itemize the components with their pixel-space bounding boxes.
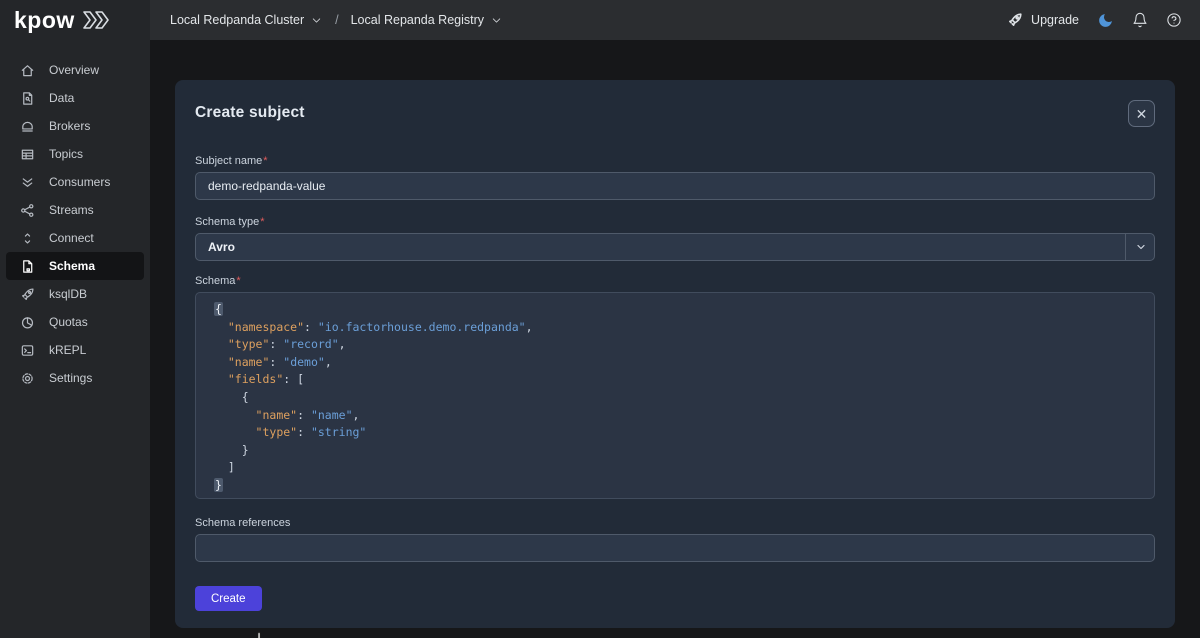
- upgrade-label: Upgrade: [1031, 13, 1079, 27]
- sidebar-item-label: Schema: [49, 259, 95, 273]
- file-icon: [20, 91, 35, 106]
- subject-name-input[interactable]: [195, 172, 1155, 200]
- home-icon: [20, 63, 35, 78]
- sidebar-item-connect[interactable]: Connect: [6, 224, 144, 252]
- sidebar-item-label: Quotas: [49, 315, 88, 329]
- schema-references-label: Schema references: [195, 517, 1155, 529]
- cluster-selector-label: Local Redpanda Cluster: [170, 13, 304, 27]
- sidebar-item-label: Connect: [49, 231, 94, 245]
- sidebar-item-label: Overview: [49, 63, 99, 77]
- schema-type-label: Schema type*: [195, 216, 1155, 228]
- schema-references-input[interactable]: [195, 534, 1155, 562]
- modal-header: Create subject ✕: [195, 100, 1155, 127]
- sidebar-item-data[interactable]: Data: [6, 84, 144, 112]
- bell-icon: [1132, 12, 1148, 28]
- sidebar-item-schema[interactable]: Schema: [6, 252, 144, 280]
- required-asterisk: *: [236, 275, 240, 287]
- sidebar-item-label: ksqlDB: [49, 287, 87, 301]
- sidebar-item-label: Consumers: [49, 175, 110, 189]
- create-subject-modal: Create subject ✕ Subject name* Schema ty…: [175, 80, 1175, 628]
- double-chevron-down-icon: [20, 175, 35, 190]
- sidebar-item-label: Streams: [49, 203, 94, 217]
- up-down-chevrons-icon: [20, 231, 35, 246]
- theme-toggle[interactable]: [1097, 12, 1114, 29]
- main-column: Local Redpanda Cluster / Local Repanda R…: [150, 0, 1200, 638]
- breadcrumb-separator: /: [335, 13, 338, 27]
- cluster-selector[interactable]: Local Redpanda Cluster: [170, 13, 323, 27]
- chevron-down-icon: [1135, 241, 1147, 253]
- topbar-actions: Upgrade: [1007, 12, 1182, 29]
- required-asterisk: *: [260, 216, 264, 228]
- schema-label: Schema*: [195, 275, 1155, 287]
- sidebar-item-streams[interactable]: Streams: [6, 196, 144, 224]
- schema-type-value: Avro: [208, 240, 235, 254]
- registry-selector-label: Local Repanda Registry: [351, 13, 484, 27]
- kpow-chevrons-icon: [81, 9, 111, 31]
- app-root: kpow Overview Data Brokers: [0, 0, 1200, 638]
- sidebar-item-overview[interactable]: Overview: [6, 56, 144, 84]
- topbar: Local Redpanda Cluster / Local Repanda R…: [150, 0, 1200, 40]
- mouse-cursor-pointer: [247, 630, 275, 638]
- schema-type-select-wrap: Avro: [195, 233, 1155, 261]
- help-circle-icon: [1166, 12, 1182, 28]
- create-button[interactable]: Create: [195, 586, 262, 611]
- sidebar-item-label: kREPL: [49, 343, 86, 357]
- close-button[interactable]: ✕: [1128, 100, 1155, 127]
- sidebar-item-label: Data: [49, 91, 74, 105]
- help-button[interactable]: [1166, 12, 1182, 28]
- sidebar-item-label: Topics: [49, 147, 83, 161]
- document-icon: [20, 259, 35, 274]
- logo-text: kpow: [14, 9, 75, 32]
- sidebar-item-krepl[interactable]: kREPL: [6, 336, 144, 364]
- moon-icon: [1097, 12, 1114, 29]
- sidebar-item-consumers[interactable]: Consumers: [6, 168, 144, 196]
- notifications-button[interactable]: [1132, 12, 1148, 28]
- upgrade-button[interactable]: Upgrade: [1007, 12, 1079, 28]
- schema-code-editor[interactable]: { "namespace": "io.factorhouse.demo.redp…: [195, 292, 1155, 499]
- chevron-down-icon: [490, 14, 503, 27]
- chevron-down-icon: [310, 14, 323, 27]
- sidebar-item-ksqldb[interactable]: ksqlDB: [6, 280, 144, 308]
- sidebar-item-settings[interactable]: Settings: [6, 364, 144, 392]
- rocket-icon: [20, 287, 35, 302]
- subject-name-label: Subject name*: [195, 155, 1155, 167]
- sidebar-item-topics[interactable]: Topics: [6, 140, 144, 168]
- database-icon: [20, 119, 35, 134]
- terminal-icon: [20, 343, 35, 358]
- sidebar-item-label: Settings: [49, 371, 92, 385]
- rocket-icon: [1007, 12, 1023, 28]
- sidebar-item-quotas[interactable]: Quotas: [6, 308, 144, 336]
- close-icon: ✕: [1136, 107, 1148, 121]
- sidebar-nav: Overview Data Brokers Topics Consumers S: [0, 56, 150, 392]
- pie-chart-icon: [20, 315, 35, 330]
- page-content: Create subject ✕ Subject name* Schema ty…: [150, 40, 1200, 638]
- required-asterisk: *: [263, 155, 267, 167]
- select-dropdown-toggle[interactable]: [1125, 233, 1155, 261]
- modal-title: Create subject: [195, 100, 305, 122]
- share-icon: [20, 203, 35, 218]
- registry-selector[interactable]: Local Repanda Registry: [351, 13, 503, 27]
- schema-type-select[interactable]: Avro: [195, 233, 1155, 261]
- sidebar-item-label: Brokers: [49, 119, 90, 133]
- sidebar-item-brokers[interactable]: Brokers: [6, 112, 144, 140]
- table-icon: [20, 147, 35, 162]
- logo[interactable]: kpow: [0, 0, 150, 40]
- gear-icon: [20, 371, 35, 386]
- sidebar: kpow Overview Data Brokers: [0, 0, 150, 638]
